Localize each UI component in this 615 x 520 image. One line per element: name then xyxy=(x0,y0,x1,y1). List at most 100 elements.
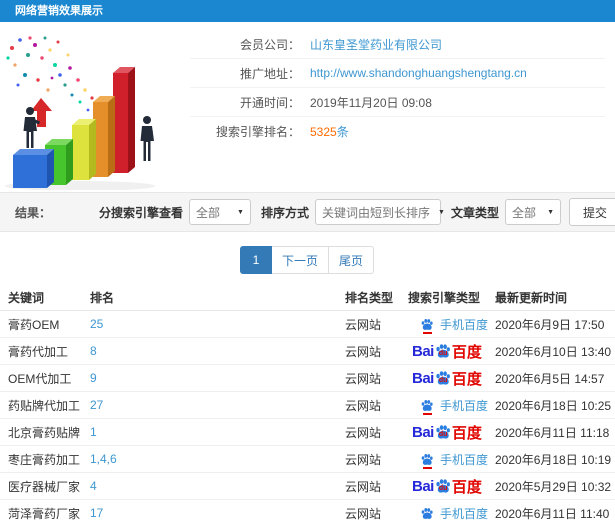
rank-cell[interactable]: 8 xyxy=(90,344,345,358)
confetti-dots xyxy=(6,36,105,120)
updated-time-cell: 2020年6月9日 17:50 xyxy=(495,317,605,332)
info-row-company: 会员公司： 山东皇圣堂药业有限公司 xyxy=(190,30,605,59)
filter-bar: 结果： 分搜索引擎查看 全部 ▼ 排序方式 关键词由短到长排序 ▼ 文章类型 全… xyxy=(0,192,615,232)
company-label: 会员公司： xyxy=(239,37,300,52)
keyword-ranking-table: 关键词 排名 排名类型 搜索引擎类型 最新更新时间 膏药OEM 25 云网站 手机百度 … xyxy=(0,284,615,520)
updated-time-cell: 2020年6月5日 14:57 xyxy=(495,371,605,386)
table-row: 菏泽膏药厂家 17 云网站 手机百度 2020年6月11日 11:40 xyxy=(0,500,615,520)
search-engine-cell: Bai du 百度 xyxy=(408,422,495,443)
page-title: 网络营销效果展示 xyxy=(15,5,103,17)
article-type-label: 文章类型 xyxy=(450,205,499,220)
bar-yellow xyxy=(72,119,96,180)
table-row: 北京膏药贴牌 1 云网站 Bai du 百度 2020年6月11日 11:18 xyxy=(0,419,615,446)
rank-cell[interactable]: 9 xyxy=(90,371,345,385)
businessman-right-figure xyxy=(140,116,154,161)
engine-filter-select[interactable]: 全部 ▼ xyxy=(188,199,251,225)
filter-controls: 分搜索引擎查看 全部 ▼ 排序方式 关键词由短到长排序 ▼ 文章类型 全部 ▼ … xyxy=(89,198,615,226)
sort-filter-value: 关键词由短到长排序 xyxy=(321,205,430,220)
keyword-cell: 药贴牌代加工 xyxy=(8,398,81,413)
rank-count-value: 5325条 xyxy=(310,123,349,140)
updated-time-cell: 2020年6月11日 11:40 xyxy=(495,506,610,520)
updated-time-cell: 2020年6月11日 11:18 xyxy=(495,425,610,440)
info-row-rank-count: 搜索引擎排名： 5325条 xyxy=(190,117,605,146)
engine-filter-value: 全部 xyxy=(195,205,220,220)
search-engine-cell: 手机百度 xyxy=(408,316,495,334)
page-button-next[interactable]: 下一页 xyxy=(270,246,329,274)
rank-type-cell: 云网站 xyxy=(345,425,382,440)
engine-filter-label: 分搜索引擎查看 xyxy=(98,205,183,220)
promotion-url-label: 推广地址： xyxy=(239,66,300,81)
keyword-cell: 医疗器械厂家 xyxy=(8,479,81,494)
info-row-url: 推广地址： http://www.shandonghuangshengtang.… xyxy=(190,59,605,88)
table-row: 膏药代加工 8 云网站 Bai du 百度 2020年6月10日 13:40 xyxy=(0,338,615,365)
rank-cell[interactable]: 25 xyxy=(90,317,345,331)
updated-time-cell: 2020年5月29日 10:32 xyxy=(495,479,612,494)
sort-filter-select[interactable]: 关键词由短到长排序 ▼ xyxy=(314,199,445,225)
member-info-panel: 会员公司： 山东皇圣堂药业有限公司 推广地址： http://www.shand… xyxy=(190,30,615,190)
rank-cell[interactable]: 17 xyxy=(90,506,345,520)
article-type-value: 全部 xyxy=(512,205,537,220)
submit-button[interactable]: 提交 xyxy=(569,198,615,226)
mobile-baidu-logo-icon: 手机百度 xyxy=(420,451,488,469)
rank-count-number: 5325 xyxy=(310,125,337,139)
column-header: 排名 xyxy=(90,290,115,305)
open-time-value: 2019年11月20日 09:08 xyxy=(310,95,432,110)
rank-cell[interactable]: 27 xyxy=(90,398,345,412)
article-type-select[interactable]: 全部 ▼ xyxy=(505,199,561,225)
baidu-logo-icon: Bai du 百度 xyxy=(412,369,482,388)
chevron-down-icon: ▼ xyxy=(438,208,445,216)
rank-type-cell: 云网站 xyxy=(345,479,382,494)
page-button-current[interactable]: 1 xyxy=(239,246,272,274)
rank-count-label: 搜索引擎排名： xyxy=(215,125,300,139)
baidu-logo-icon: Bai du 百度 xyxy=(412,342,482,361)
mobile-baidu-logo-icon: 手机百度 xyxy=(420,316,488,334)
rank-type-cell: 云网站 xyxy=(345,317,382,332)
search-engine-cell: 手机百度 xyxy=(408,397,495,415)
updated-time-cell: 2020年6月18日 10:19 xyxy=(495,452,612,467)
table-row: 枣庄膏药加工 1,4,6 云网站 手机百度 2020年6月18日 10:19 xyxy=(0,446,615,473)
rank-cell[interactable]: 1 xyxy=(90,425,345,439)
keyword-cell: 膏药代加工 xyxy=(8,344,69,359)
rank-type-cell: 云网站 xyxy=(345,398,382,413)
table-header-row: 关键词 排名 排名类型 搜索引擎类型 最新更新时间 xyxy=(0,284,615,311)
info-row-open-time: 开通时间： 2019年11月20日 09:08 xyxy=(190,88,605,117)
search-engine-cell: 手机百度 xyxy=(408,505,495,520)
column-header: 搜索引擎类型 xyxy=(408,290,481,305)
rank-cell[interactable]: 1,4,6 xyxy=(90,452,345,466)
rank-count-unit: 条 xyxy=(336,125,349,139)
table-row: 药贴牌代加工 27 云网站 手机百度 2020年6月18日 10:25 xyxy=(0,392,615,419)
keyword-cell: 北京膏药贴牌 xyxy=(8,425,81,440)
page-button-last[interactable]: 尾页 xyxy=(328,246,375,274)
bar-red xyxy=(113,67,135,173)
table-row: 膏药OEM 25 云网站 手机百度 2020年6月9日 17:50 xyxy=(0,311,615,338)
bar-chart-illustration xyxy=(5,36,155,190)
chevron-down-icon: ▼ xyxy=(237,208,244,216)
rank-type-cell: 云网站 xyxy=(345,371,382,386)
keyword-cell: 菏泽膏药厂家 xyxy=(8,506,81,520)
column-header: 最新更新时间 xyxy=(495,290,568,305)
sort-filter-label: 排序方式 xyxy=(260,205,309,220)
company-link[interactable]: 山东皇圣堂药业有限公司 xyxy=(310,36,442,53)
search-engine-cell: Bai du 百度 xyxy=(408,368,495,389)
rank-type-cell: 云网站 xyxy=(345,506,382,520)
rank-cell[interactable]: 4 xyxy=(90,479,345,493)
pagination: 1 下一页 尾页 xyxy=(0,232,615,284)
table-row: OEM代加工 9 云网站 Bai du 百度 2020年6月5日 14:57 xyxy=(0,365,615,392)
updated-time-cell: 2020年6月10日 13:40 xyxy=(495,344,612,359)
mobile-baidu-logo-icon: 手机百度 xyxy=(420,505,488,520)
result-label: 结果： xyxy=(15,205,52,220)
keyword-cell: 枣庄膏药加工 xyxy=(8,452,81,467)
bar-orange xyxy=(93,96,115,177)
baidu-logo-icon: Bai du 百度 xyxy=(412,423,482,442)
mobile-baidu-logo-icon: 手机百度 xyxy=(420,397,488,415)
updated-time-cell: 2020年6月18日 10:25 xyxy=(495,398,612,413)
search-engine-cell: Bai du 百度 xyxy=(408,476,495,497)
rank-type-cell: 云网站 xyxy=(345,452,382,467)
bar-blue xyxy=(13,149,54,188)
open-time-label: 开通时间： xyxy=(239,95,300,110)
rank-type-cell: 云网站 xyxy=(345,344,382,359)
promotion-url-link[interactable]: http://www.shandonghuangshengtang.cn xyxy=(310,66,527,80)
search-engine-cell: Bai du 百度 xyxy=(408,341,495,362)
keyword-cell: OEM代加工 xyxy=(8,371,72,386)
title-bar: 网络营销效果展示 xyxy=(0,0,615,22)
